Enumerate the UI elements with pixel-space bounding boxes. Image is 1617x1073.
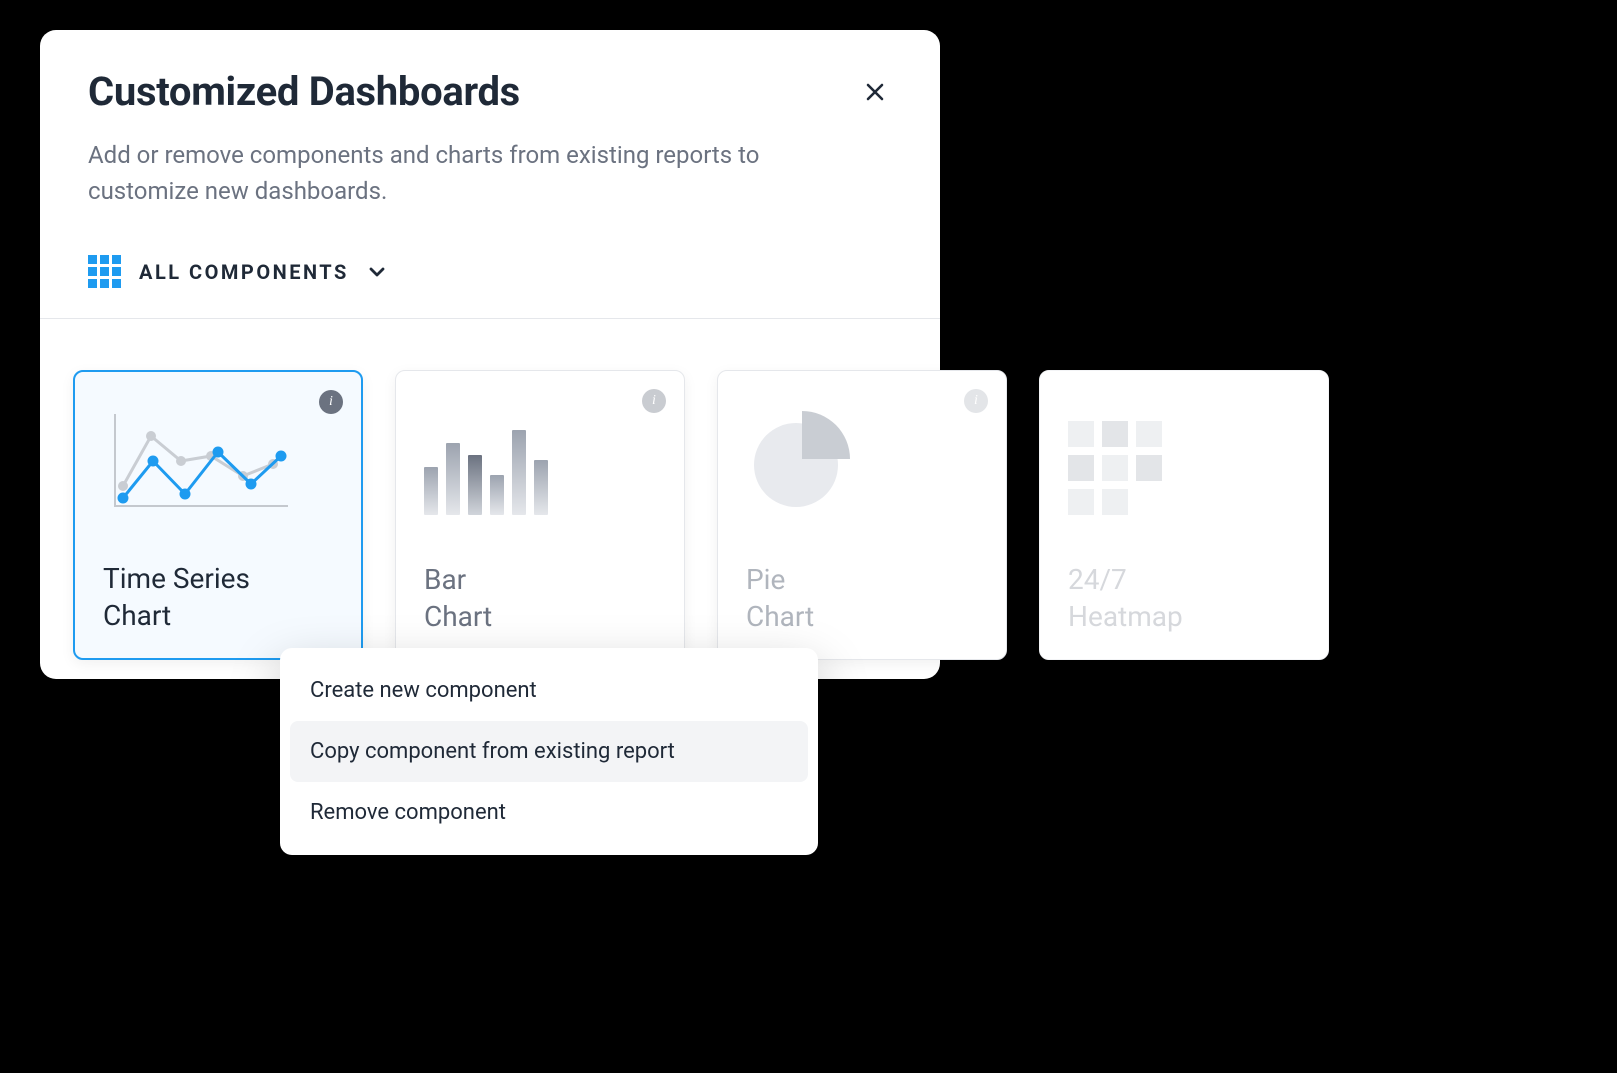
modal-subtitle: Add or remove components and charts from… [88, 137, 828, 209]
bar-chart-icon [424, 395, 656, 515]
title-row: Customized Dashboards [88, 68, 892, 115]
card-bar-chart[interactable]: i Bar Chart [395, 370, 685, 660]
close-icon [864, 81, 886, 103]
card-title-line2: Chart [103, 599, 171, 632]
card-heatmap[interactable]: 24/7 Heatmap [1039, 370, 1329, 660]
menu-item-create[interactable]: Create new component [290, 660, 808, 721]
info-icon[interactable]: i [964, 389, 988, 413]
menu-item-copy[interactable]: Copy component from existing report [290, 721, 808, 782]
pie-chart-icon [746, 395, 978, 515]
card-pie-chart[interactable]: i Pie Chart [717, 370, 1007, 660]
modal-header: Customized Dashboards Add or remove comp… [40, 30, 940, 209]
card-title-line1: Bar [424, 563, 466, 596]
info-icon[interactable]: i [319, 390, 343, 414]
context-menu: Create new component Copy component from… [280, 648, 818, 855]
info-icon[interactable]: i [642, 389, 666, 413]
menu-item-remove[interactable]: Remove component [290, 782, 808, 843]
grid-icon [88, 255, 121, 288]
component-filter[interactable]: ALL COMPONENTS [40, 209, 940, 318]
card-title-line2: Heatmap [1068, 600, 1183, 633]
card-title-line1: 24/7 [1068, 563, 1127, 596]
chevron-down-icon [367, 262, 387, 282]
card-title: Pie Chart [746, 562, 978, 635]
card-title: Bar Chart [424, 562, 656, 635]
card-title: 24/7 Heatmap [1068, 562, 1300, 635]
card-title-line1: Pie [746, 563, 785, 596]
modal-title: Customized Dashboards [88, 68, 520, 115]
time-series-icon [103, 396, 333, 516]
component-card-strip: i T [73, 370, 1613, 690]
card-time-series-chart[interactable]: i T [73, 370, 363, 660]
card-title-line1: Time Series [103, 562, 250, 595]
filter-label: ALL COMPONENTS [139, 260, 349, 284]
card-title-line2: Chart [424, 600, 492, 633]
close-button[interactable] [858, 75, 892, 109]
card-title: Time Series Chart [103, 561, 333, 634]
heatmap-icon [1068, 395, 1300, 515]
card-title-line2: Chart [746, 600, 814, 633]
